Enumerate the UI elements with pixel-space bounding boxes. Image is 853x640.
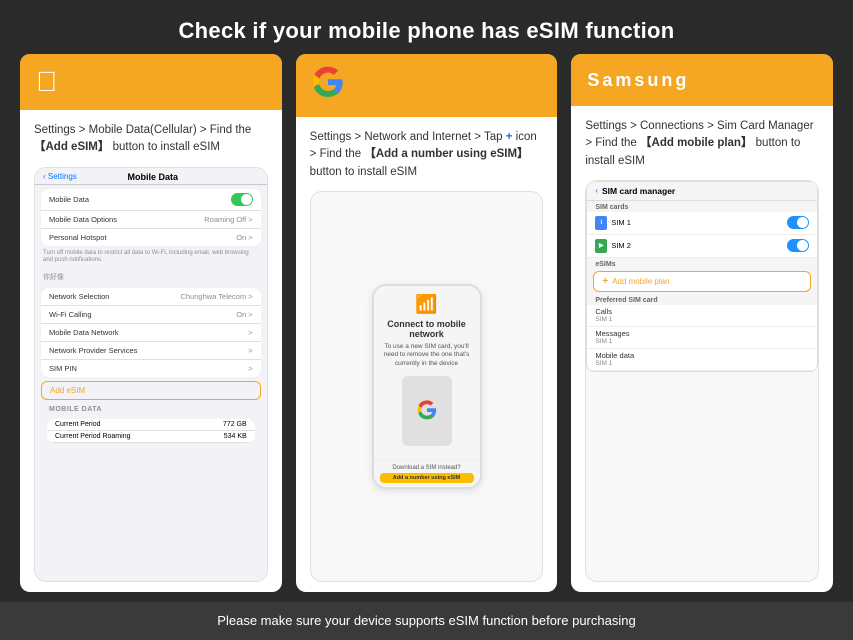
- page-title: Check if your mobile phone has eSIM func…: [178, 18, 674, 44]
- google-screen: 📶 Connect to mobile network To use a new…: [374, 286, 480, 460]
- google-phone: 📶 Connect to mobile network To use a new…: [372, 284, 482, 489]
- samsung-card: Samsung Settings > Connections > Sim Car…: [571, 54, 833, 592]
- sim2-toggle[interactable]: [787, 239, 809, 252]
- sim1-toggle[interactable]: [787, 216, 809, 229]
- footer-bar: Please make sure your device supports eS…: [0, 602, 853, 640]
- samsung-esim-section-label: eSIMs: [587, 258, 817, 269]
- samsung-description: Settings > Connections > Sim Card Manage…: [585, 118, 819, 170]
- samsung-sim1-row: i SIM 1: [587, 212, 817, 235]
- phone-image: [402, 376, 452, 446]
- google-card-header: [296, 54, 558, 117]
- google-screen-title: Connect to mobile network: [382, 319, 472, 339]
- ios-personal-hotspot-row: Personal Hotspot On >: [41, 229, 261, 246]
- ios-nav-title: Mobile Data: [127, 172, 178, 182]
- ios-mobile-data-options-row: Mobile Data Options Roaming Off >: [41, 211, 261, 229]
- google-screen-desc: To use a new SIM card, you'll need to re…: [382, 343, 472, 368]
- google-download-text: Download a SIM instead?: [380, 465, 474, 471]
- ios-section-title: 你好像: [35, 270, 267, 284]
- ios-nav-back: ‹ Settings: [43, 172, 77, 181]
- samsung-card-header: Samsung: [571, 54, 833, 106]
- ios-settings-screen: ‹ Settings Mobile Data Mobile Data Mobil…: [35, 168, 267, 582]
- ios-main-section: Mobile Data Mobile Data Options Roaming …: [41, 189, 261, 246]
- samsung-messages-row: Messages SIM 1: [587, 327, 817, 349]
- samsung-sim2-row: ▶ SIM 2: [587, 235, 817, 258]
- samsung-calls-row: Calls SIM 1: [587, 305, 817, 327]
- samsung-nav-bar: ‹ SIM card manager: [587, 182, 817, 201]
- apple-phone-mockup: ‹ Settings Mobile Data Mobile Data Mobil…: [34, 167, 268, 583]
- cards-container:  Settings > Mobile Data(Cellular) > Fin…: [20, 54, 833, 592]
- signal-bars-icon: 📶: [382, 294, 472, 315]
- samsung-sim-cards-label: SIM cards: [587, 201, 817, 212]
- ios-wifi-calling-row: Wi-Fi Calling On >: [41, 306, 261, 324]
- apple-card:  Settings > Mobile Data(Cellular) > Fin…: [20, 54, 282, 592]
- ios-mobile-data-row: Mobile Data: [41, 189, 261, 211]
- google-description: Settings > Network and Internet > Tap + …: [310, 129, 544, 181]
- sim2-label: SIM 2: [611, 241, 631, 250]
- sim2-icon: ▶: [595, 239, 607, 253]
- samsung-back-button[interactable]: ‹: [595, 186, 598, 195]
- samsung-logo: Samsung: [587, 70, 689, 91]
- google-card-body: Settings > Network and Internet > Tap + …: [296, 117, 558, 592]
- ios-data-usage-section: Current Period 772 GB Current Period Roa…: [47, 419, 255, 443]
- ios-current-period-roaming-row: Current Period Roaming 534 KB: [47, 431, 255, 443]
- google-phone-wrap: 📶 Connect to mobile network To use a new…: [311, 192, 543, 581]
- add-plan-plus-icon: +: [602, 276, 608, 287]
- samsung-nav-title: SIM card manager: [602, 186, 675, 196]
- ios-current-period-row: Current Period 772 GB: [47, 419, 255, 431]
- samsung-mobile-data-row: Mobile data SIM 1: [587, 349, 817, 371]
- google-add-number-button[interactable]: Add a number using eSIM: [380, 473, 474, 483]
- samsung-screen: ‹ SIM card manager SIM cards i SIM 1 ▶: [586, 181, 818, 372]
- samsung-preferred-label: Preferred SIM card: [587, 294, 817, 305]
- google-card: Settings > Network and Internet > Tap + …: [296, 54, 558, 592]
- apple-card-body: Settings > Mobile Data(Cellular) > Find …: [20, 110, 282, 592]
- ios-mobile-data-network-row: Mobile Data Network >: [41, 324, 261, 342]
- samsung-card-body: Settings > Connections > Sim Card Manage…: [571, 106, 833, 592]
- samsung-phone-mockup: ‹ SIM card manager SIM cards i SIM 1 ▶: [585, 180, 819, 582]
- ios-network-section: Network Selection Chunghwa Telecom > Wi-…: [41, 288, 261, 377]
- footer-text: Please make sure your device supports eS…: [217, 613, 635, 628]
- google-phone-mockup: 📶 Connect to mobile network To use a new…: [310, 191, 544, 582]
- google-logo: [312, 66, 344, 105]
- google-bottom-section: Download a SIM instead? Add a number usi…: [374, 460, 480, 487]
- apple-description: Settings > Mobile Data(Cellular) > Find …: [34, 122, 268, 157]
- apple-card-header: : [20, 54, 282, 110]
- ios-mobile-data-toggle[interactable]: [231, 193, 253, 206]
- ios-add-esim-button[interactable]: Add eSIM: [41, 381, 261, 400]
- apple-icon: : [36, 66, 57, 98]
- ios-sim-pin-row: SIM PIN >: [41, 360, 261, 377]
- ios-note: Turn off mobile data to restrict all dat…: [35, 250, 267, 269]
- sim1-icon: i: [595, 216, 607, 230]
- ios-network-provider-row: Network Provider Services >: [41, 342, 261, 360]
- ios-mobile-data-section: MOBILE DATA Current Period 772 GB Curren…: [41, 404, 261, 443]
- ios-mobile-data-title: MOBILE DATA: [41, 404, 261, 415]
- add-plan-label: Add mobile plan: [612, 277, 669, 286]
- sim1-label: SIM 1: [611, 218, 631, 227]
- google-g-icon: [417, 400, 437, 423]
- samsung-add-plan-button[interactable]: + Add mobile plan: [593, 271, 811, 292]
- ios-network-selection-row: Network Selection Chunghwa Telecom >: [41, 288, 261, 306]
- ios-nav-bar: ‹ Settings Mobile Data: [35, 168, 267, 185]
